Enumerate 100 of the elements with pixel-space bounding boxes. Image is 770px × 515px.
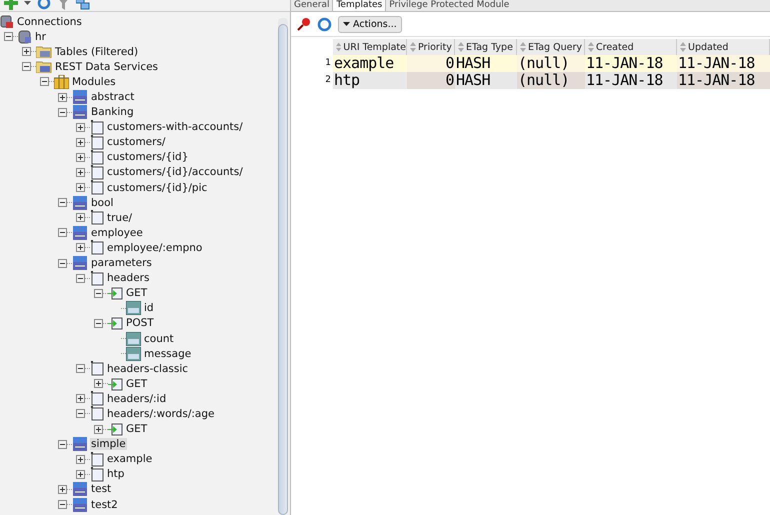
expand-icon[interactable] (94, 424, 103, 434)
tree-item[interactable]: employee (90, 226, 144, 239)
expand-icon[interactable] (76, 183, 85, 192)
tree-item[interactable]: headers/:id (106, 392, 168, 405)
tree-item[interactable]: true/ (106, 212, 134, 224)
expand-icon[interactable] (58, 484, 67, 494)
tree-item[interactable]: simple (90, 438, 127, 450)
expand-icon[interactable] (76, 394, 85, 404)
expand-icon[interactable] (76, 454, 85, 464)
tree-item[interactable]: headers-classic (106, 362, 190, 375)
handler-icon (108, 316, 123, 330)
expand-icon[interactable] (76, 138, 85, 147)
tree-item[interactable]: example (106, 453, 154, 466)
tab[interactable]: Templates (332, 0, 386, 11)
collapse-icon[interactable] (58, 198, 67, 208)
collapse-icon[interactable] (94, 318, 103, 328)
tree-item[interactable]: abstract (90, 91, 136, 104)
collapse-icon[interactable] (4, 32, 13, 42)
handler-icon (108, 286, 123, 300)
column-header[interactable]: URI Template (333, 39, 407, 55)
page-icon (90, 466, 104, 482)
tree-item[interactable]: Modules (71, 76, 117, 88)
page-icon (90, 150, 104, 165)
tree-item[interactable]: customers/{id}/accounts/ (106, 166, 244, 178)
expand-icon[interactable] (76, 213, 85, 222)
collapse-icon[interactable] (58, 500, 67, 510)
filter-icon[interactable] (57, 0, 70, 10)
expand-icon[interactable] (94, 379, 103, 388)
page-icon (90, 120, 104, 135)
collapse-icon[interactable] (76, 274, 85, 283)
module-icon (72, 498, 88, 512)
tree-item[interactable]: id (143, 302, 155, 314)
collapse-icon[interactable] (58, 258, 67, 268)
database-icon (18, 30, 32, 44)
tree-item[interactable]: test (90, 483, 112, 496)
tree-item[interactable]: bool (90, 196, 114, 209)
tab[interactable]: Privilege Protected Module (386, 0, 512, 11)
caret-icon[interactable] (24, 0, 31, 6)
page-icon (90, 210, 104, 226)
tab[interactable]: General (291, 0, 332, 11)
tree-item[interactable]: customers/ (106, 136, 166, 148)
tree-item[interactable]: employee/:empno (106, 242, 204, 254)
tree-item[interactable]: GET (125, 378, 148, 390)
page-icon (90, 406, 104, 422)
module-icon (72, 90, 88, 104)
table-cell: 11-JAN-18 (677, 72, 770, 89)
tree-item[interactable]: REST Data Services (54, 60, 160, 73)
collapse-icon[interactable] (58, 228, 67, 238)
table-cell: 0 (407, 55, 455, 72)
tree-item[interactable]: headers (106, 272, 150, 284)
tree-item[interactable]: test2 (90, 498, 119, 511)
tree-item[interactable]: Banking (90, 106, 135, 118)
tree-item[interactable]: customers-with-accounts/ (106, 121, 244, 134)
tree-item[interactable]: parameters (90, 257, 153, 270)
collapse-icon[interactable] (76, 364, 85, 374)
tree-item[interactable]: hr (34, 30, 47, 43)
parameter-icon (126, 301, 141, 316)
collapse-icon[interactable] (58, 440, 67, 449)
column-header[interactable]: Priority (407, 39, 455, 55)
page-icon (90, 391, 104, 406)
add-icon[interactable] (4, 0, 18, 10)
tree-item[interactable]: htp (106, 468, 126, 480)
column-header[interactable]: Created (585, 39, 677, 55)
collapse-icon[interactable] (22, 62, 31, 72)
column-header[interactable]: Updated (677, 39, 770, 55)
tree-item[interactable]: count (143, 332, 175, 345)
table-cell: 11-JAN-18 (585, 72, 677, 89)
expand-icon[interactable] (76, 122, 85, 132)
tree-item[interactable]: GET (125, 287, 148, 300)
row-number: 2 (324, 74, 332, 87)
scrollbar[interactable] (278, 18, 288, 515)
tree-item[interactable]: Tables (Filtered) (54, 46, 140, 58)
expand-icon[interactable] (22, 47, 31, 56)
table-cell: example (333, 55, 407, 72)
module-icon (72, 196, 88, 210)
expand-icon[interactable] (76, 152, 85, 162)
column-header[interactable]: ETag Type (455, 39, 517, 55)
tree-item[interactable]: message (143, 348, 192, 360)
collapse-icon[interactable] (40, 77, 49, 86)
row-number: 1 (324, 57, 332, 70)
tree-item[interactable]: headers/:words/:age (106, 408, 216, 420)
expand-icon[interactable] (76, 470, 85, 479)
schema-icon[interactable] (76, 0, 90, 10)
expand-icon[interactable] (58, 92, 67, 102)
collapse-icon[interactable] (76, 409, 85, 418)
column-header[interactable]: ETag Query (517, 39, 585, 55)
table-cell: htp (333, 72, 407, 89)
tree-item[interactable]: POST (125, 317, 155, 330)
page-icon (90, 180, 104, 196)
expand-icon[interactable] (76, 243, 85, 252)
tree-item[interactable]: customers/{id}/pic (106, 182, 208, 194)
collapse-icon[interactable] (58, 108, 67, 117)
collapse-icon[interactable] (94, 288, 103, 298)
expand-icon[interactable] (76, 168, 85, 177)
tree-item[interactable]: customers/{id} (106, 151, 190, 164)
actions-button[interactable]: Actions... (338, 16, 402, 32)
pin-icon[interactable] (297, 17, 311, 31)
handler-icon (108, 376, 123, 391)
tree-item[interactable]: GET (125, 423, 148, 436)
module-icon (72, 105, 88, 120)
